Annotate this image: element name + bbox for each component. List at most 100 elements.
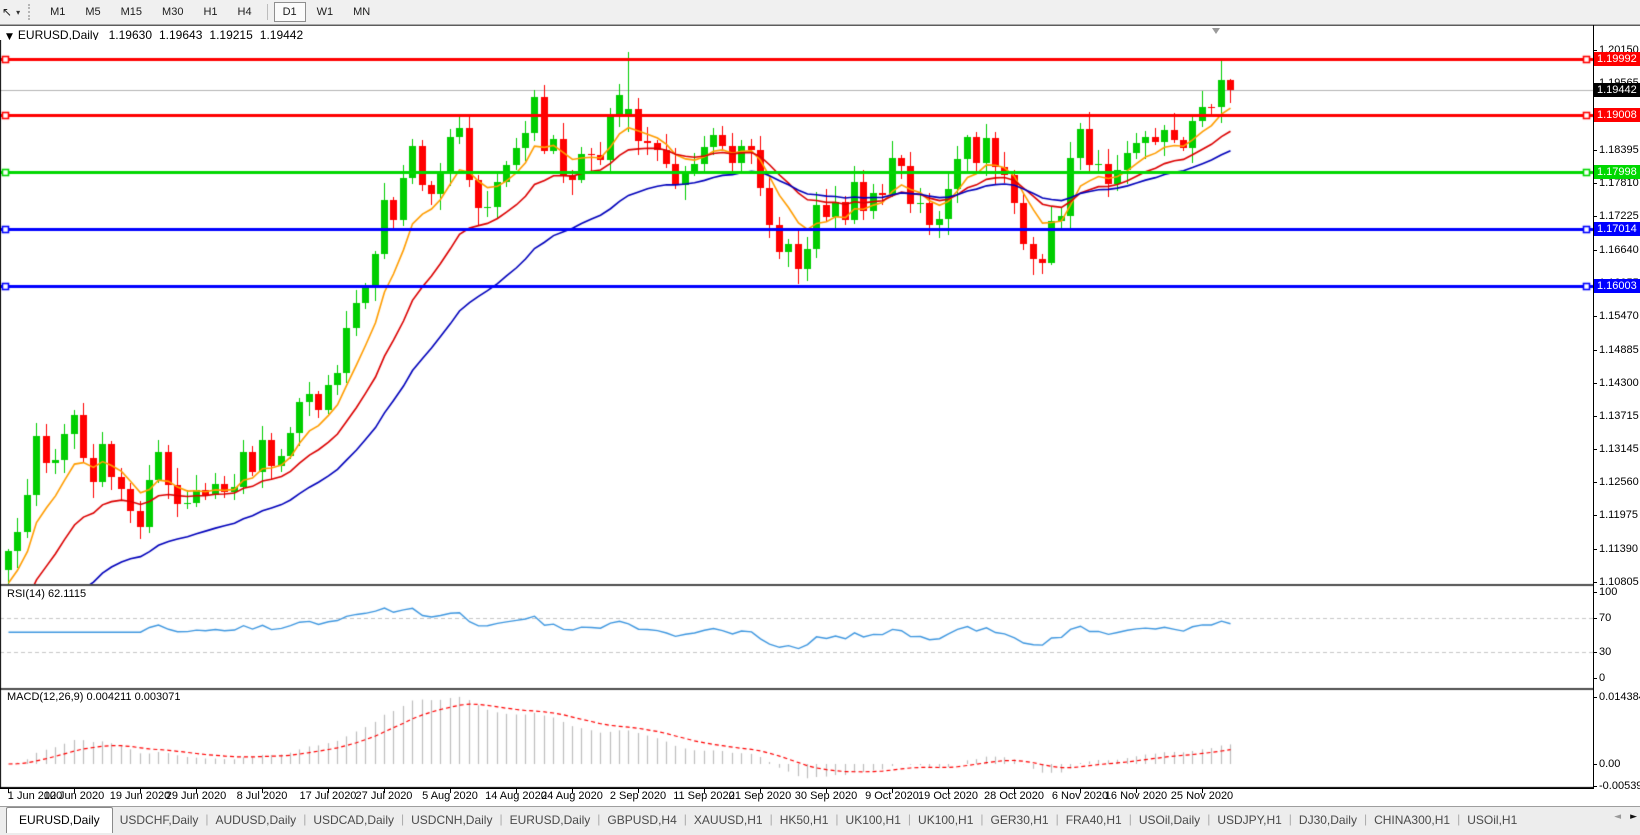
timeframe-button-m15[interactable]: M15 bbox=[112, 2, 151, 22]
chart-tab[interactable]: AUDUSD,Daily bbox=[209, 809, 304, 830]
macd-tick-label: 0.00 bbox=[1599, 758, 1640, 770]
chart-tab[interactable]: CHINA300,H1 bbox=[1367, 809, 1457, 830]
toolbar-grip bbox=[28, 4, 33, 20]
price-tick-label: 1.14885 bbox=[1599, 344, 1640, 356]
rsi-tick-label: 30 bbox=[1599, 646, 1640, 658]
chart-tab[interactable]: USOil,Daily bbox=[1132, 809, 1207, 830]
price-tick-label-mark bbox=[1593, 482, 1597, 483]
price-tick-label: 1.12560 bbox=[1599, 476, 1640, 488]
price-tick-label: 1.13145 bbox=[1599, 443, 1640, 455]
price-level-label[interactable]: 1.17014 bbox=[1594, 222, 1640, 236]
price-level-label[interactable]: 1.19992 bbox=[1594, 52, 1640, 66]
date-tick-label: 27 Jul 2020 bbox=[347, 790, 421, 802]
toolbar-separator bbox=[267, 4, 268, 20]
chart-tab[interactable]: GER30,H1 bbox=[984, 809, 1056, 830]
date-tick-label: 2 Sep 2020 bbox=[601, 790, 675, 802]
chart-tab[interactable]: DJ30,Daily bbox=[1292, 809, 1364, 830]
price-tick-label: 1.11975 bbox=[1599, 509, 1640, 521]
date-tick-label: 24 Aug 2020 bbox=[535, 790, 609, 802]
rsi-tick-label-mark bbox=[1593, 618, 1597, 619]
date-tick-label: 29 Jun 2020 bbox=[159, 790, 233, 802]
price-tick-label-mark bbox=[1593, 316, 1597, 317]
price-tick-label: 1.14300 bbox=[1599, 377, 1640, 389]
chart-tab[interactable]: USDCNH,Daily bbox=[404, 809, 499, 830]
date-tick-label: 5 Aug 2020 bbox=[413, 790, 487, 802]
price-level-label[interactable]: 1.16003 bbox=[1594, 279, 1640, 293]
timeframe-button-w1[interactable]: W1 bbox=[308, 2, 343, 22]
mt4-window: ↖ ▾ M1M5M15M30H1H4D1W1MN ▼EURUSD,Daily1.… bbox=[0, 0, 1640, 835]
cursor-tool-button[interactable]: ↖ ▾ bbox=[0, 5, 24, 19]
date-tick-label: 16 Nov 2020 bbox=[1099, 790, 1173, 802]
date-tick-label: 25 Nov 2020 bbox=[1165, 790, 1239, 802]
cursor-icon: ↖ bbox=[2, 5, 12, 19]
price-tick-label-mark bbox=[1593, 549, 1597, 550]
timeframe-button-m5[interactable]: M5 bbox=[76, 2, 109, 22]
chart-tab[interactable]: UK100,H1 bbox=[911, 809, 980, 830]
price-tick-label-mark bbox=[1593, 183, 1597, 184]
timeframe-button-h1[interactable]: H1 bbox=[194, 2, 226, 22]
price-tick-label-mark bbox=[1593, 150, 1597, 151]
macd-tick-label: 0.014384 bbox=[1599, 691, 1640, 703]
date-tick-label: 8 Jul 2020 bbox=[225, 790, 299, 802]
price-level-label[interactable]: 1.17998 bbox=[1594, 165, 1640, 179]
chart-tab[interactable]: USDCHF,Daily bbox=[113, 809, 206, 830]
rsi-tick-label: 100 bbox=[1599, 586, 1640, 598]
price-tick-label: 1.11390 bbox=[1599, 543, 1640, 555]
chart-tab[interactable]: XAUUSD,H1 bbox=[687, 809, 770, 830]
chart-canvas[interactable] bbox=[0, 40, 1593, 789]
chart-tab[interactable]: EURUSD,Daily bbox=[503, 809, 598, 830]
chart-tab[interactable]: FRA40,H1 bbox=[1059, 809, 1129, 830]
price-tick-label-mark bbox=[1593, 216, 1597, 217]
rsi-indicator-label: RSI(14) 62.1115 bbox=[7, 588, 86, 600]
macd-tick-label-mark bbox=[1593, 764, 1597, 765]
chart-tab[interactable]: UK100,H1 bbox=[839, 809, 908, 830]
chart-tabs-bar: EURUSD,DailyUSDCHF,Daily|AUDUSD,Daily|US… bbox=[0, 806, 1640, 835]
price-tick-label-mark bbox=[1593, 515, 1597, 516]
price-tick-label: 1.18395 bbox=[1599, 144, 1640, 156]
price-tick-label: 1.15470 bbox=[1599, 310, 1640, 322]
chart-tab[interactable]: USOil,H1 bbox=[1460, 809, 1524, 830]
macd-tick-label: -0.005396 bbox=[1599, 780, 1640, 792]
price-tick-label-mark bbox=[1593, 383, 1597, 384]
price-tick-label-mark bbox=[1593, 250, 1597, 251]
chart-tab[interactable]: GBPUSD,H4 bbox=[600, 809, 683, 830]
chart-tab-active[interactable]: EURUSD,Daily bbox=[6, 807, 113, 833]
timeframe-button-m1[interactable]: M1 bbox=[41, 2, 74, 22]
timeframe-button-h4[interactable]: H4 bbox=[229, 2, 261, 22]
tab-scroll-arrows: ◄► bbox=[1614, 812, 1637, 822]
price-tick-label: 1.17225 bbox=[1599, 210, 1640, 222]
date-tick-label: 30 Sep 2020 bbox=[789, 790, 863, 802]
timeframe-button-mn[interactable]: MN bbox=[344, 2, 379, 22]
rsi-tick-label: 70 bbox=[1599, 612, 1640, 624]
macd-tick-label-mark bbox=[1593, 697, 1597, 698]
current-price-label: 1.19442 bbox=[1594, 83, 1640, 97]
date-tick-label: 21 Sep 2020 bbox=[723, 790, 797, 802]
rsi-tick-label-mark bbox=[1593, 592, 1597, 593]
macd-tick-label-mark bbox=[1593, 786, 1597, 787]
chart-shift-marker[interactable] bbox=[1212, 28, 1220, 34]
price-tick-label-mark bbox=[1593, 582, 1597, 583]
chart-tab[interactable]: USDJPY,H1 bbox=[1210, 809, 1288, 830]
rsi-tick-label-mark bbox=[1593, 652, 1597, 653]
price-tick-label-mark bbox=[1593, 449, 1597, 450]
timeframe-button-d1[interactable]: D1 bbox=[274, 2, 306, 22]
price-tick-label-mark bbox=[1593, 50, 1597, 51]
price-tick-label-mark bbox=[1593, 416, 1597, 417]
price-tick-label: 1.13715 bbox=[1599, 410, 1640, 422]
rsi-tick-label-mark bbox=[1593, 678, 1597, 679]
toolbar: ↖ ▾ M1M5M15M30H1H4 D1W1MN bbox=[0, 0, 1640, 25]
rsi-tick-label: 0 bbox=[1599, 672, 1640, 684]
macd-indicator-label: MACD(12,26,9) 0.004211 0.003071 bbox=[7, 691, 180, 703]
price-axis-line bbox=[1593, 25, 1594, 789]
chevron-down-icon[interactable]: ▾ bbox=[16, 8, 20, 17]
tabs-scroll-right-icon[interactable]: ► bbox=[1630, 812, 1637, 822]
chart-tab[interactable]: USDCAD,Daily bbox=[306, 809, 401, 830]
timeframe-button-m30[interactable]: M30 bbox=[153, 2, 192, 22]
chart-tab[interactable]: HK50,H1 bbox=[773, 809, 836, 830]
date-tick-label: 28 Oct 2020 bbox=[977, 790, 1051, 802]
date-tick-label: 10 Jun 2020 bbox=[37, 790, 111, 802]
price-tick-label: 1.16640 bbox=[1599, 244, 1640, 256]
tabs-scroll-left-icon[interactable]: ◄ bbox=[1614, 812, 1621, 822]
date-tick-label: 19 Oct 2020 bbox=[911, 790, 985, 802]
price-level-label[interactable]: 1.19008 bbox=[1594, 108, 1640, 122]
